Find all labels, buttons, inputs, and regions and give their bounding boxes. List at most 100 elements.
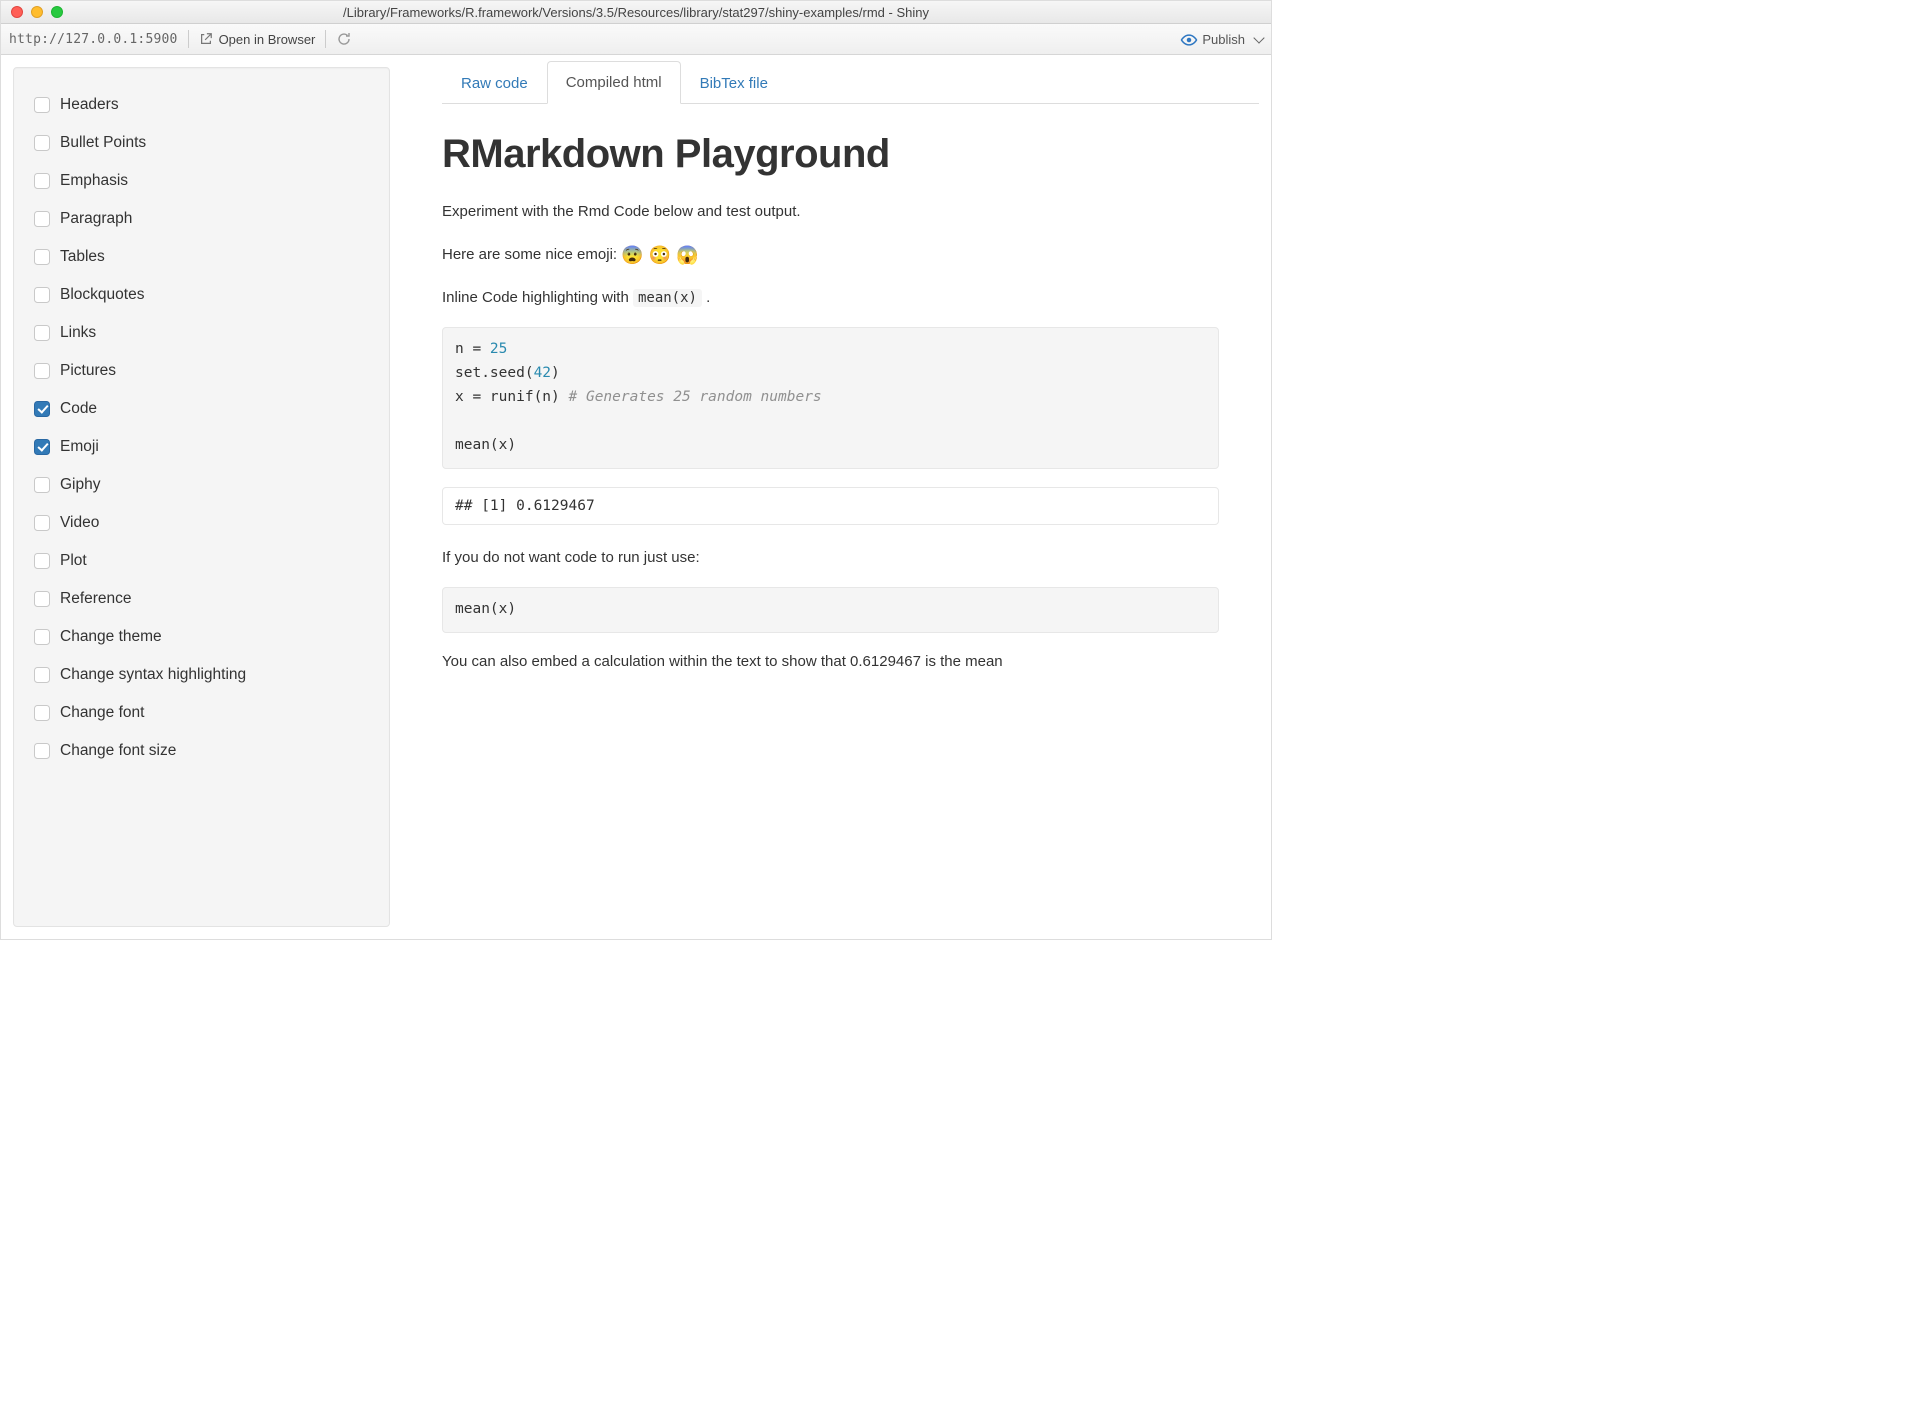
tab-bibtex-file[interactable]: BibTex file [681, 62, 787, 104]
checkbox-icon [34, 667, 50, 683]
checkbox-change-font[interactable]: Change font [34, 694, 369, 732]
checkbox-label: Reference [60, 590, 132, 608]
checkbox-emphasis[interactable]: Emphasis [34, 162, 369, 200]
text: Inline Code highlighting with [442, 289, 633, 306]
checkbox-tables[interactable]: Tables [34, 238, 369, 276]
checkbox-headers[interactable]: Headers [34, 86, 369, 124]
emoji-list: 😨 😳 😱 [621, 245, 698, 265]
code-number: 25 [490, 341, 507, 357]
tab-raw-code[interactable]: Raw code [442, 62, 547, 104]
divider [325, 30, 326, 48]
checkbox-label: Paragraph [60, 210, 132, 228]
open-in-browser-button[interactable]: Open in Browser [199, 32, 316, 47]
checkbox-icon [34, 705, 50, 721]
checkbox-label: Bullet Points [60, 134, 146, 152]
code-number: 42 [534, 365, 551, 381]
tabs: Raw codeCompiled htmlBibTex file [442, 61, 1259, 104]
chevron-down-icon [1253, 32, 1264, 43]
popout-icon [199, 32, 213, 46]
checkbox-change-font-size[interactable]: Change font size [34, 732, 369, 770]
titlebar: /Library/Frameworks/R.framework/Versions… [1, 1, 1271, 24]
checkbox-label: Video [60, 514, 99, 532]
checkbox-icon [34, 439, 50, 455]
checkbox-icon [34, 325, 50, 341]
publish-button[interactable]: Publish [1180, 31, 1263, 47]
paragraph: Experiment with the Rmd Code below and t… [442, 201, 1219, 224]
code-text: x = runif(n) [455, 389, 569, 405]
checkbox-icon [34, 249, 50, 265]
paragraph: You can also embed a calculation within … [442, 651, 1219, 674]
checkbox-pictures[interactable]: Pictures [34, 352, 369, 390]
tab-compiled-html[interactable]: Compiled html [547, 61, 681, 104]
checkbox-giphy[interactable]: Giphy [34, 466, 369, 504]
content: RMarkdown Playground Experiment with the… [442, 104, 1259, 674]
publish-label: Publish [1202, 32, 1245, 47]
window: /Library/Frameworks/R.framework/Versions… [0, 0, 1272, 940]
checkbox-code[interactable]: Code [34, 390, 369, 428]
checkbox-label: Headers [60, 96, 119, 114]
code-block: mean(x) [442, 587, 1219, 633]
checkbox-video[interactable]: Video [34, 504, 369, 542]
checkbox-change-theme[interactable]: Change theme [34, 618, 369, 656]
main-panel: Raw codeCompiled htmlBibTex file RMarkdo… [402, 55, 1271, 939]
text: . [706, 289, 710, 306]
text: Here are some nice emoji: [442, 246, 621, 263]
checkbox-bullet-points[interactable]: Bullet Points [34, 124, 369, 162]
code-text: mean(x) [455, 437, 516, 453]
paragraph: Inline Code highlighting with mean(x) . [442, 287, 1219, 310]
code-comment: # Generates 25 random numbers [569, 389, 822, 405]
checkbox-icon [34, 553, 50, 569]
checkbox-label: Change syntax highlighting [60, 666, 246, 684]
minimize-window-button[interactable] [31, 6, 43, 18]
checkbox-paragraph[interactable]: Paragraph [34, 200, 369, 238]
inline-code: mean(x) [633, 289, 702, 307]
sidebar: Headers Bullet Points Emphasis Paragraph Tab… [1, 55, 402, 939]
code-text: ) [551, 365, 560, 381]
window-title: /Library/Frameworks/R.framework/Versions… [343, 5, 929, 20]
checkbox-label: Plot [60, 552, 87, 570]
checkbox-icon [34, 401, 50, 417]
checkbox-label: Change theme [60, 628, 162, 646]
code-text: n = [455, 341, 490, 357]
checkbox-icon [34, 743, 50, 759]
checkbox-icon [34, 173, 50, 189]
checkbox-icon [34, 515, 50, 531]
checkbox-icon [34, 135, 50, 151]
open-in-browser-label: Open in Browser [219, 32, 316, 47]
checkbox-label: Giphy [60, 476, 101, 494]
checkbox-blockquotes[interactable]: Blockquotes [34, 276, 369, 314]
checkbox-label: Tables [60, 248, 105, 266]
checkbox-icon [34, 363, 50, 379]
checkbox-label: Emphasis [60, 172, 128, 190]
sidebar-well: Headers Bullet Points Emphasis Paragraph Tab… [13, 67, 390, 927]
output-block: ## [1] 0.6129467 [442, 487, 1219, 525]
code-text: set.seed( [455, 365, 534, 381]
checkbox-plot[interactable]: Plot [34, 542, 369, 580]
refresh-icon [336, 31, 352, 47]
checkbox-label: Emoji [60, 438, 99, 456]
checkbox-icon [34, 97, 50, 113]
paragraph: Here are some nice emoji: 😨 😳 😱 [442, 242, 1219, 269]
checkbox-label: Code [60, 400, 97, 418]
body: Headers Bullet Points Emphasis Paragraph Tab… [1, 55, 1271, 939]
checkbox-emoji[interactable]: Emoji [34, 428, 369, 466]
window-controls [1, 6, 63, 18]
toolbar: http://127.0.0.1:5900 Open in Browser Pu… [1, 24, 1271, 55]
refresh-button[interactable] [336, 31, 352, 47]
checkbox-label: Change font [60, 704, 144, 722]
checkbox-label: Links [60, 324, 96, 342]
checkbox-reference[interactable]: Reference [34, 580, 369, 618]
address-url: http://127.0.0.1:5900 [9, 32, 178, 47]
checkbox-icon [34, 591, 50, 607]
checkbox-icon [34, 287, 50, 303]
checkbox-icon [34, 477, 50, 493]
checkbox-label: Pictures [60, 362, 116, 380]
checkbox-links[interactable]: Links [34, 314, 369, 352]
maximize-window-button[interactable] [51, 6, 63, 18]
divider [188, 30, 189, 48]
checkbox-icon [34, 629, 50, 645]
checkbox-change-syntax-highlighting[interactable]: Change syntax highlighting [34, 656, 369, 694]
checkbox-icon [34, 211, 50, 227]
close-window-button[interactable] [11, 6, 23, 18]
publish-icon [1180, 31, 1196, 47]
